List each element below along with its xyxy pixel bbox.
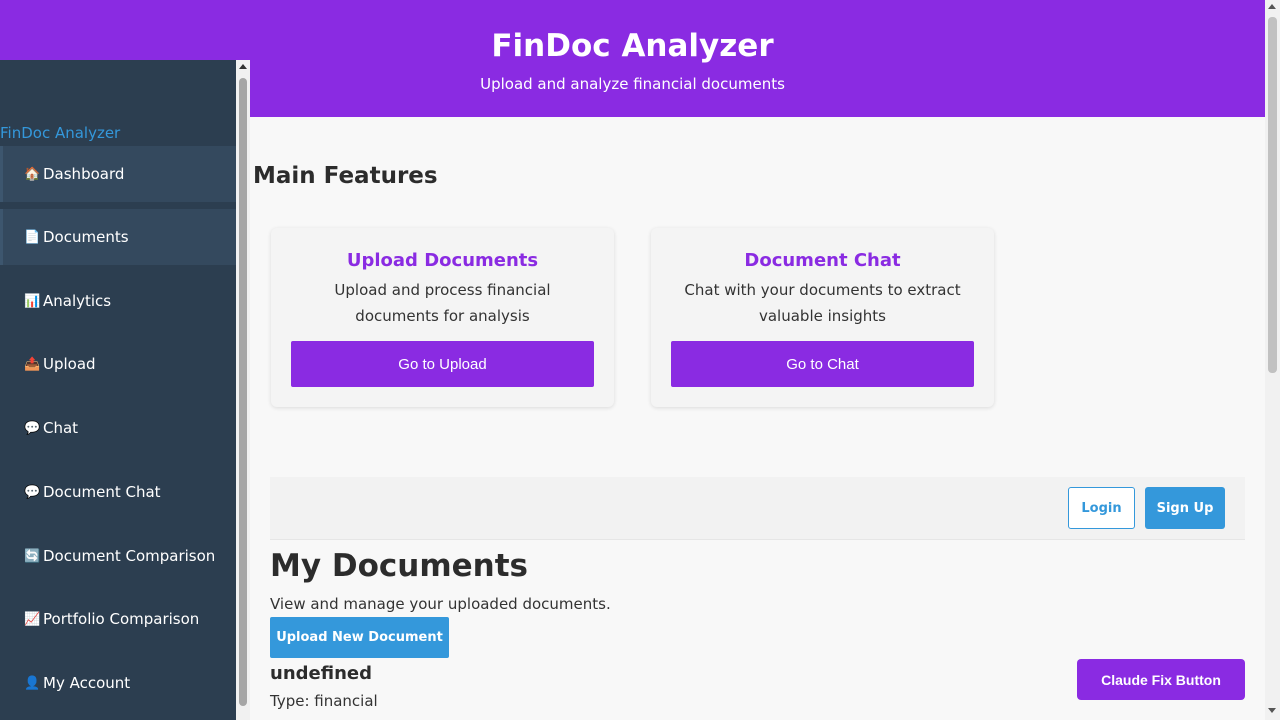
page-scroll-thumb[interactable] bbox=[1268, 17, 1277, 373]
sidebar-item-label: Document Chat bbox=[43, 483, 161, 501]
scroll-up-arrow-icon[interactable] bbox=[239, 64, 247, 69]
my-documents-title: My Documents bbox=[270, 548, 528, 584]
signup-button[interactable]: Sign Up bbox=[1145, 487, 1225, 529]
sidebar-item-document-comparison[interactable]: 🔄 Document Comparison bbox=[0, 528, 236, 584]
sidebar-item-portfolio-comparison[interactable]: 📈 Portfolio Comparison bbox=[0, 591, 236, 647]
refresh-icon: 🔄 bbox=[24, 548, 41, 564]
sidebar-scrollbar[interactable] bbox=[236, 60, 250, 720]
sidebar-item-label: Portfolio Comparison bbox=[43, 610, 200, 628]
claude-fix-button[interactable]: Claude Fix Button bbox=[1077, 659, 1245, 700]
sidebar-item-label: Document Comparison bbox=[43, 547, 216, 565]
document-type: Type: financial bbox=[270, 692, 378, 710]
user-icon: 👤 bbox=[24, 675, 41, 691]
sidebar-item-label: Documents bbox=[43, 228, 129, 246]
page-scrollbar[interactable] bbox=[1265, 0, 1280, 720]
go-to-upload-button[interactable]: Go to Upload bbox=[291, 341, 594, 387]
sidebar-item-label: Dashboard bbox=[43, 165, 125, 183]
sidebar-item-document-chat[interactable]: 💬 Document Chat bbox=[0, 464, 236, 520]
chat-bubble-icon: 💬 bbox=[24, 484, 41, 500]
feature-card-chat: Document Chat Chat with your documents t… bbox=[651, 228, 994, 407]
sidebar-item-label: Chat bbox=[43, 419, 79, 437]
go-to-chat-button[interactable]: Go to Chat bbox=[671, 341, 974, 387]
sidebar-item-label: My Account bbox=[43, 674, 131, 692]
upload-icon: 📤 bbox=[24, 356, 41, 372]
document-name: undefined bbox=[270, 663, 372, 684]
my-documents-description: View and manage your uploaded documents. bbox=[270, 595, 611, 613]
line-chart-icon: 📈 bbox=[24, 611, 41, 627]
card-title: Document Chat bbox=[744, 250, 901, 271]
sidebar-item-dashboard[interactable]: 🏠 Dashboard bbox=[0, 146, 236, 202]
sidebar-item-documents[interactable]: 📄 Documents bbox=[0, 209, 236, 265]
sidebar-item-chat[interactable]: 💬 Chat bbox=[0, 400, 236, 456]
card-description: Upload and process financial documents f… bbox=[334, 281, 551, 325]
card-title: Upload Documents bbox=[346, 250, 539, 271]
sidebar-brand[interactable]: FinDoc Analyzer bbox=[0, 124, 120, 142]
card-description: Chat with your documents to extract valu… bbox=[684, 281, 961, 325]
auth-bar: Login Sign Up bbox=[270, 477, 1245, 540]
bar-chart-icon: 📊 bbox=[24, 293, 41, 309]
sidebar-item-analytics[interactable]: 📊 Analytics bbox=[0, 273, 236, 329]
main-features-heading: Main Features bbox=[253, 163, 438, 189]
sidebar: FinDoc Analyzer 🏠 Dashboard 📄 Documents … bbox=[0, 60, 236, 720]
chat-bubble-icon: 💬 bbox=[24, 420, 41, 436]
sidebar-item-my-account[interactable]: 👤 My Account bbox=[0, 655, 236, 711]
sidebar-item-label: Upload bbox=[43, 355, 96, 373]
home-icon: 🏠 bbox=[24, 166, 41, 182]
upload-new-document-button[interactable]: Upload New Document bbox=[270, 617, 449, 658]
sidebar-item-label: Analytics bbox=[43, 292, 112, 310]
document-icon: 📄 bbox=[24, 229, 41, 245]
scroll-up-arrow-icon[interactable] bbox=[1268, 4, 1276, 9]
sidebar-scroll-thumb[interactable] bbox=[239, 78, 247, 706]
login-button[interactable]: Login bbox=[1068, 487, 1135, 529]
sidebar-item-upload[interactable]: 📤 Upload bbox=[0, 336, 236, 392]
scroll-down-arrow-icon[interactable] bbox=[1268, 708, 1276, 713]
feature-card-upload: Upload Documents Upload and process fina… bbox=[271, 228, 614, 407]
app-title: FinDoc Analyzer bbox=[491, 28, 774, 64]
